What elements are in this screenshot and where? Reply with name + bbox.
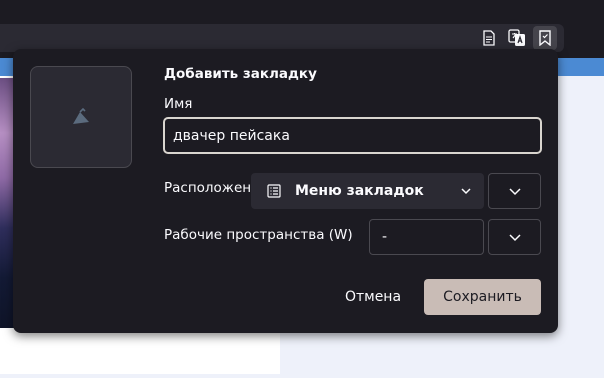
translate-button[interactable] [505, 26, 529, 50]
page-image [0, 78, 14, 328]
add-bookmark-panel: Добавить закладку Имя Расположение Меню … [13, 49, 558, 333]
reader-view-icon [483, 30, 495, 46]
folder-tree-expand-button[interactable] [488, 173, 541, 209]
folder-select[interactable]: Меню закладок [251, 173, 484, 209]
bookmark-page-button[interactable] [533, 26, 557, 50]
folder-select-value: Меню закладок [295, 183, 424, 199]
chevron-down-icon [461, 188, 471, 195]
reader-view-button[interactable] [477, 26, 501, 50]
workspace-expand-button[interactable] [488, 219, 541, 255]
translate-icon [508, 29, 525, 46]
window-titlebar [0, 0, 604, 22]
bookmark-name-input[interactable] [163, 117, 542, 154]
workspace-select[interactable]: - [369, 219, 484, 255]
bookmark-preview [30, 66, 132, 168]
chevron-down-icon [508, 234, 521, 242]
workspace-label: Рабочие пространства (W) [164, 227, 353, 243]
panel-title: Добавить закладку [164, 66, 317, 82]
save-button[interactable]: Сохранить [424, 279, 541, 315]
bookmark-icon [539, 30, 551, 46]
name-label: Имя [164, 96, 193, 112]
placeholder-image-icon [73, 107, 89, 124]
cancel-button[interactable]: Отмена [328, 279, 418, 315]
chevron-down-icon [508, 188, 521, 196]
bookmarks-menu-icon [267, 184, 281, 198]
